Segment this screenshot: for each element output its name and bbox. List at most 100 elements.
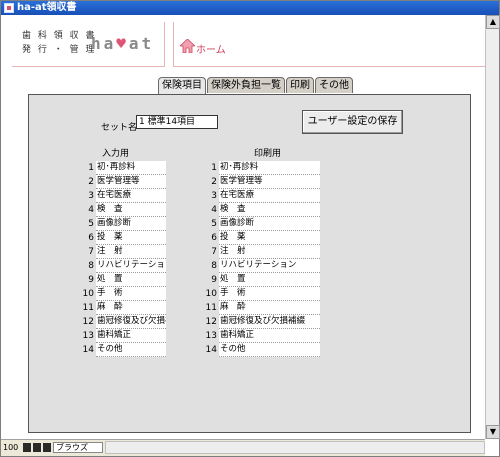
item-number: 2 bbox=[211, 177, 217, 187]
print-item-field[interactable]: リハビリテーション bbox=[219, 259, 320, 273]
item-number: 7 bbox=[211, 247, 217, 257]
toggle-status-icon[interactable] bbox=[43, 443, 51, 452]
logo-mark-at: at bbox=[128, 34, 155, 53]
item-number: 3 bbox=[88, 191, 94, 201]
list-item: 9処 置 bbox=[205, 273, 405, 287]
tab-insurance-items[interactable]: 保険項目 bbox=[158, 77, 206, 94]
print-item-field[interactable]: 医学管理等 bbox=[219, 175, 320, 189]
item-number: 2 bbox=[88, 177, 94, 187]
item-number: 9 bbox=[211, 275, 217, 285]
main-content: 歯 科 領 収 書 発 行 ・ 管 理 ha♥at ホーム 保険項目 保険外負担… bbox=[1, 15, 485, 439]
home-icon[interactable] bbox=[180, 39, 195, 53]
print-item-field[interactable]: 在宅医療 bbox=[219, 189, 320, 203]
print-item-field[interactable]: 画像診断 bbox=[219, 217, 320, 231]
tab-panel: セット名 1 標準14項目 ユーザー設定の保存 入力用 印刷用 1 初･再診料 2… bbox=[28, 94, 471, 433]
input-item-field[interactable]: 歯冠修復及び欠損補綴 bbox=[96, 315, 166, 329]
item-number: 13 bbox=[205, 331, 217, 341]
heart-icon: ♥ bbox=[116, 34, 129, 53]
input-item-field[interactable]: 歯科矯正 bbox=[96, 329, 166, 343]
list-item: 14 その他 bbox=[205, 343, 405, 357]
input-item-field[interactable]: 初･再診料 bbox=[96, 161, 166, 175]
print-item-field[interactable]: 歯冠修復及び欠損補綴 bbox=[219, 315, 320, 329]
logo-text-line2: 発 行 ・ 管 理 bbox=[22, 45, 97, 55]
print-item-field[interactable]: 検 査 bbox=[219, 203, 320, 217]
list-item: 5 画像診断 bbox=[205, 217, 405, 231]
item-number: 9 bbox=[88, 275, 94, 285]
list-item: 4検 査 bbox=[205, 203, 405, 217]
home-nav: ホーム bbox=[173, 22, 485, 67]
print-item-list: 1 初･再診料 2 医学管理等 3 在宅医療 4検 査 5 画像診断 6投 薬 7注 射… bbox=[205, 161, 405, 357]
item-number: 10 bbox=[82, 289, 94, 299]
item-number: 3 bbox=[211, 191, 217, 201]
title-bar[interactable]: ha-at領収書 bbox=[1, 1, 499, 15]
print-item-field[interactable]: 歯科矯正 bbox=[219, 329, 320, 343]
list-item: 2 医学管理等 bbox=[205, 175, 405, 189]
logo-mark: ha♥at bbox=[91, 34, 154, 53]
input-item-field[interactable]: 検 査 bbox=[96, 203, 166, 217]
print-item-field[interactable]: 初･再診料 bbox=[219, 161, 320, 175]
item-number: 4 bbox=[88, 205, 94, 215]
zoom-in-icon[interactable] bbox=[33, 443, 41, 452]
print-item-field[interactable]: 投 薬 bbox=[219, 231, 320, 245]
item-number: 1 bbox=[88, 163, 94, 173]
list-item: 11 麻 酔 bbox=[205, 301, 405, 315]
vertical-scrollbar[interactable]: ▲ ▼ bbox=[485, 15, 500, 439]
list-item: 10 手 術 bbox=[205, 287, 405, 301]
window-title: ha-at領収書 bbox=[17, 2, 77, 13]
tab-non-insurance[interactable]: 保険外負担一覧 bbox=[207, 77, 285, 93]
list-item: 7注 射 bbox=[205, 245, 405, 259]
input-item-field[interactable]: その他 bbox=[96, 343, 166, 357]
item-number: 13 bbox=[82, 331, 94, 341]
input-item-field[interactable]: 投 薬 bbox=[96, 231, 166, 245]
item-number: 1 bbox=[211, 163, 217, 173]
list-item: 13 歯科矯正 bbox=[205, 329, 405, 343]
item-number: 8 bbox=[211, 261, 217, 271]
input-column-header: 入力用 bbox=[102, 149, 130, 159]
input-item-field[interactable]: リハビリテーション bbox=[96, 259, 166, 273]
item-number: 6 bbox=[211, 233, 217, 243]
input-item-field[interactable]: 在宅医療 bbox=[96, 189, 166, 203]
item-number: 8 bbox=[88, 261, 94, 271]
app-icon bbox=[4, 3, 14, 13]
item-number: 5 bbox=[211, 219, 217, 229]
input-item-field[interactable]: 医学管理等 bbox=[96, 175, 166, 189]
item-number: 12 bbox=[82, 317, 94, 327]
list-item: 12歯冠修復及び欠損補綴 bbox=[205, 315, 405, 329]
tab-bar: 保険項目 保険外負担一覧 印刷 その他 bbox=[158, 77, 354, 94]
logo-text-line1: 歯 科 領 収 書 bbox=[22, 31, 97, 41]
zoom-level[interactable]: 100 bbox=[3, 443, 18, 452]
list-item: 6投 薬 bbox=[205, 231, 405, 245]
input-item-field[interactable]: 手 術 bbox=[96, 287, 166, 301]
item-number: 7 bbox=[88, 247, 94, 257]
tab-print[interactable]: 印刷 bbox=[286, 77, 314, 93]
print-item-field[interactable]: 手 術 bbox=[219, 287, 320, 301]
set-name-field[interactable]: 1 標準14項目 bbox=[136, 115, 218, 129]
print-item-field[interactable]: 処 置 bbox=[219, 273, 320, 287]
mode-select[interactable]: ブラウズ bbox=[53, 442, 103, 453]
input-item-field[interactable]: 麻 酔 bbox=[96, 301, 166, 315]
scroll-down-icon[interactable]: ▼ bbox=[486, 425, 500, 439]
print-column-header: 印刷用 bbox=[254, 149, 282, 159]
zoom-out-icon[interactable] bbox=[23, 443, 31, 452]
save-user-settings-button[interactable]: ユーザー設定の保存 bbox=[302, 110, 403, 134]
app-window: ha-at領収書 歯 科 領 収 書 発 行 ・ 管 理 ha♥at ホーム 保… bbox=[0, 0, 500, 457]
list-item: 3 在宅医療 bbox=[205, 189, 405, 203]
item-number: 14 bbox=[82, 345, 94, 355]
tab-other[interactable]: その他 bbox=[315, 77, 353, 93]
item-number: 11 bbox=[205, 303, 217, 313]
logo-mark-ha: ha bbox=[91, 34, 117, 53]
item-number: 14 bbox=[205, 345, 217, 355]
list-item: 8 リハビリテーション bbox=[205, 259, 405, 273]
item-number: 4 bbox=[211, 205, 217, 215]
list-item: 1 初･再診料 bbox=[205, 161, 405, 175]
print-item-field[interactable]: 麻 酔 bbox=[219, 301, 320, 315]
home-link[interactable]: ホーム bbox=[196, 41, 226, 56]
item-number: 11 bbox=[82, 303, 94, 313]
input-item-field[interactable]: 画像診断 bbox=[96, 217, 166, 231]
input-item-field[interactable]: 処 置 bbox=[96, 273, 166, 287]
print-item-field[interactable]: 注 射 bbox=[219, 245, 320, 259]
horizontal-scrollbar[interactable] bbox=[105, 441, 485, 454]
scroll-up-icon[interactable]: ▲ bbox=[486, 15, 500, 29]
input-item-field[interactable]: 注 射 bbox=[96, 245, 166, 259]
print-item-field[interactable]: その他 bbox=[219, 343, 320, 357]
